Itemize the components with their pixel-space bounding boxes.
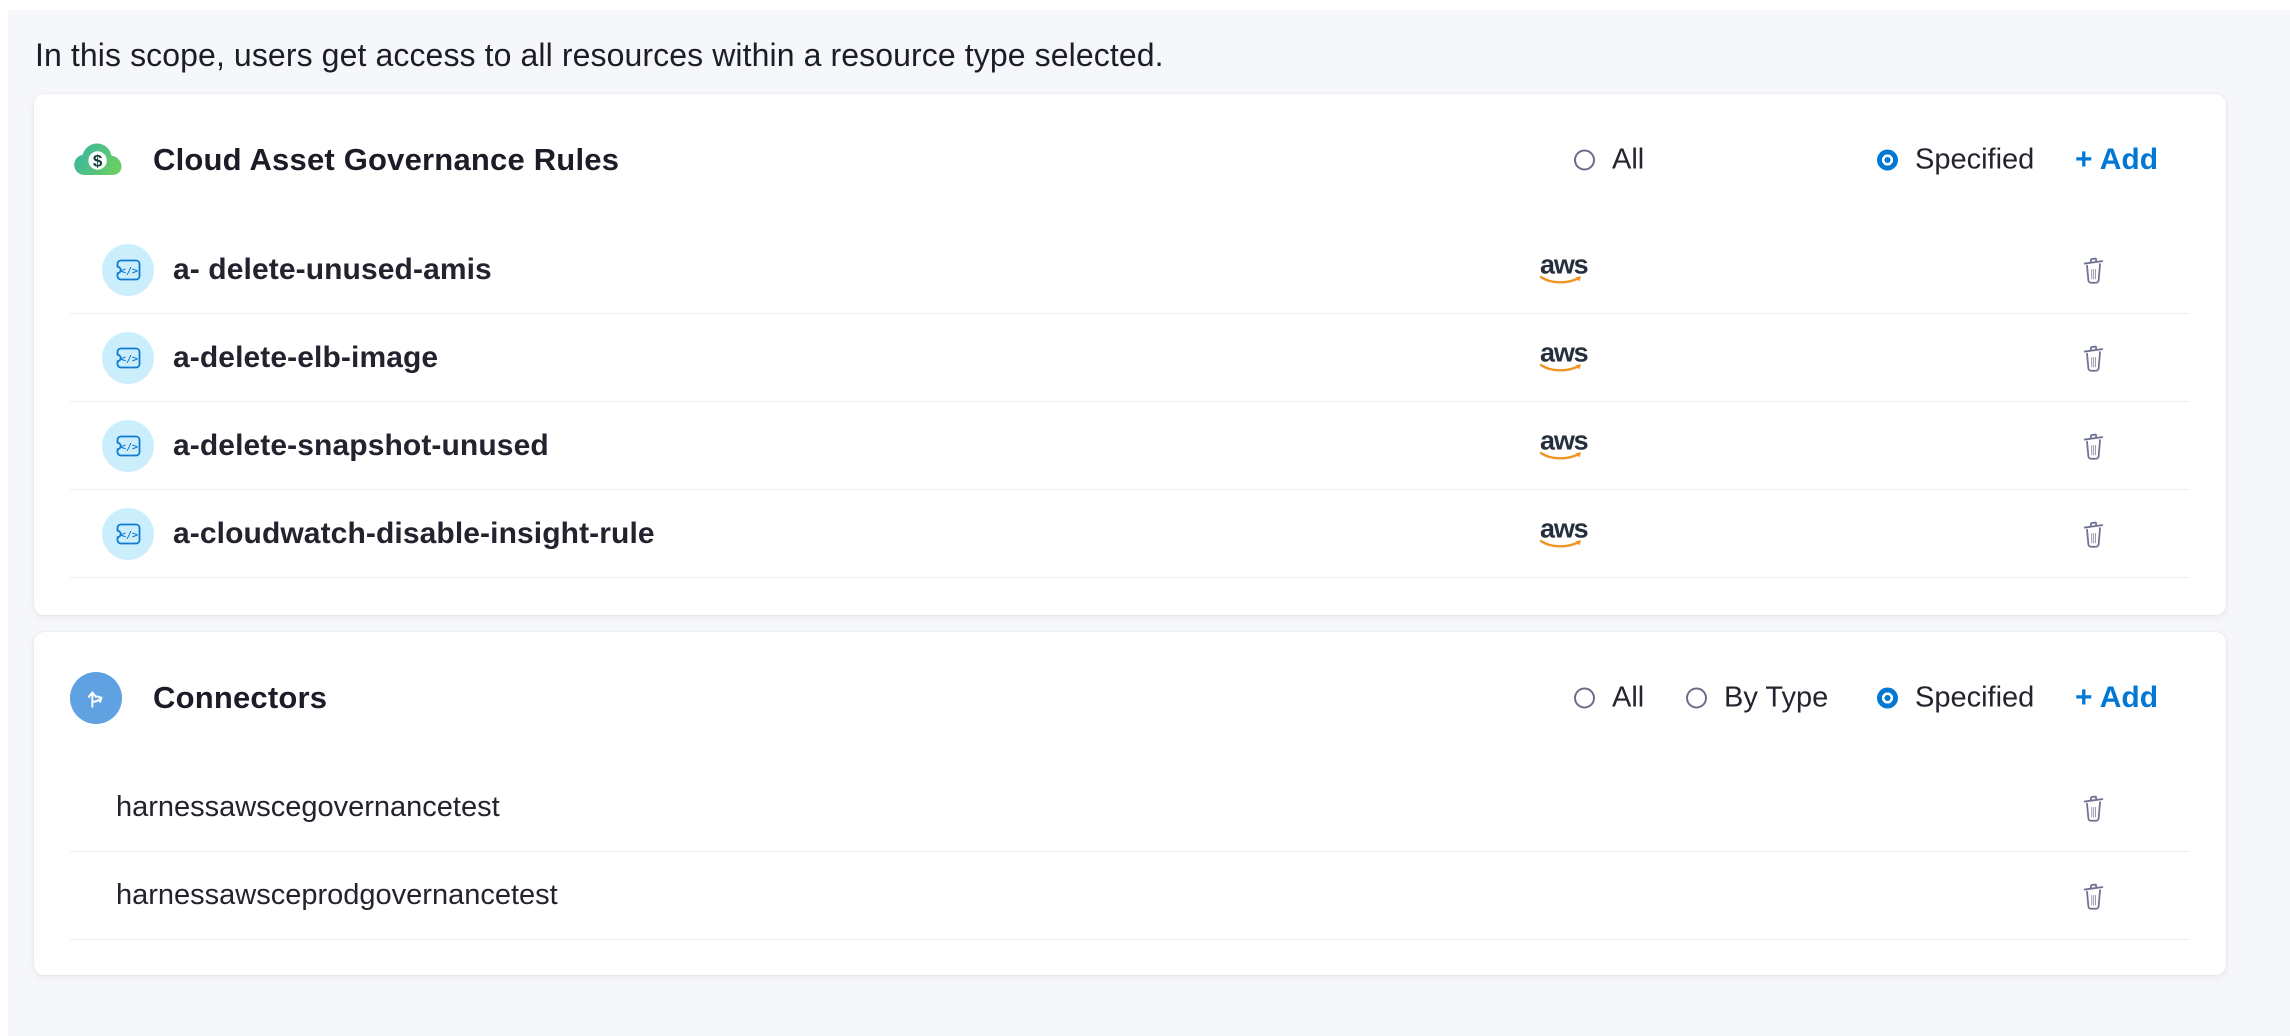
connectors-radio-bytype[interactable]: By Type: [1686, 682, 1828, 715]
connectors-radio-specified[interactable]: Specified: [1877, 682, 2034, 715]
rule-name: a- delete-unused-amis: [173, 253, 492, 287]
governance-radio-all[interactable]: All: [1574, 144, 1644, 177]
svg-text:</>: </>: [120, 266, 138, 277]
governance-radio-specified[interactable]: Specified: [1877, 144, 2034, 177]
page: In this scope, users get access to all r…: [0, 0, 2290, 1036]
delete-rule-button[interactable]: [2080, 254, 2106, 286]
connector-name: harnessawscegovernancetest: [116, 791, 500, 824]
connectors-card-title: Connectors: [153, 680, 327, 716]
delete-connector-button[interactable]: [2080, 792, 2106, 824]
rule-row: </> a- delete-unused-amis aws: [70, 226, 2190, 314]
svg-text:$: $: [93, 151, 103, 170]
connectors-branch-icon: [70, 672, 122, 724]
radio-unselected-icon[interactable]: [1574, 688, 1595, 709]
rule-avatar: </>: [102, 420, 154, 472]
rule-row: </> a-cloudwatch-disable-insight-rule aw…: [70, 490, 2190, 578]
rule-avatar: </>: [102, 332, 154, 384]
aws-logo: aws: [1540, 430, 1584, 461]
delete-connector-button[interactable]: [2080, 880, 2106, 912]
cloud-dollar-icon: $: [73, 140, 123, 180]
aws-logo: aws: [1540, 254, 1584, 285]
governance-rules-list: </> a- delete-unused-amis aws: [70, 226, 2190, 578]
radio-unselected-icon[interactable]: [1686, 688, 1707, 709]
governance-add-button[interactable]: + Add: [2075, 143, 2158, 177]
connector-name: harnessawsceprodgovernancetest: [116, 879, 558, 912]
governance-card-header: $ Cloud Asset Governance Rules All Speci…: [34, 94, 2226, 226]
connectors-radio-all[interactable]: All: [1574, 682, 1644, 715]
aws-logo: aws: [1540, 518, 1584, 549]
svg-text:</>: </>: [120, 530, 138, 541]
connectors-card: Connectors All By Type Specified + Add h…: [34, 632, 2226, 975]
rule-row: </> a-delete-snapshot-unused aws: [70, 402, 2190, 490]
connector-row: harnessawscegovernancetest: [70, 764, 2190, 852]
rule-name: a-cloudwatch-disable-insight-rule: [173, 517, 655, 551]
rule-avatar: </>: [102, 244, 154, 296]
connectors-card-header: Connectors All By Type Specified + Add: [34, 632, 2226, 764]
aws-logo: aws: [1540, 342, 1584, 373]
connectors-list: harnessawscegovernancetest harnessawscep…: [70, 764, 2190, 940]
rule-name: a-delete-snapshot-unused: [173, 429, 549, 463]
connectors-add-button[interactable]: + Add: [2075, 681, 2158, 715]
governance-card-title: Cloud Asset Governance Rules: [153, 142, 619, 178]
radio-selected-icon[interactable]: [1877, 150, 1898, 171]
rule-avatar: </>: [102, 508, 154, 560]
radio-selected-icon[interactable]: [1877, 688, 1898, 709]
svg-text:</>: </>: [120, 442, 138, 453]
connector-row: harnessawsceprodgovernancetest: [70, 852, 2190, 940]
scope-description: In this scope, users get access to all r…: [35, 34, 1164, 76]
delete-rule-button[interactable]: [2080, 342, 2106, 374]
delete-rule-button[interactable]: [2080, 430, 2106, 462]
rule-row: </> a-delete-elb-image aws: [70, 314, 2190, 402]
governance-rules-card: $ Cloud Asset Governance Rules All Speci…: [34, 94, 2226, 615]
radio-unselected-icon[interactable]: [1574, 150, 1595, 171]
svg-text:</>: </>: [120, 354, 138, 365]
rule-name: a-delete-elb-image: [173, 341, 438, 375]
delete-rule-button[interactable]: [2080, 518, 2106, 550]
